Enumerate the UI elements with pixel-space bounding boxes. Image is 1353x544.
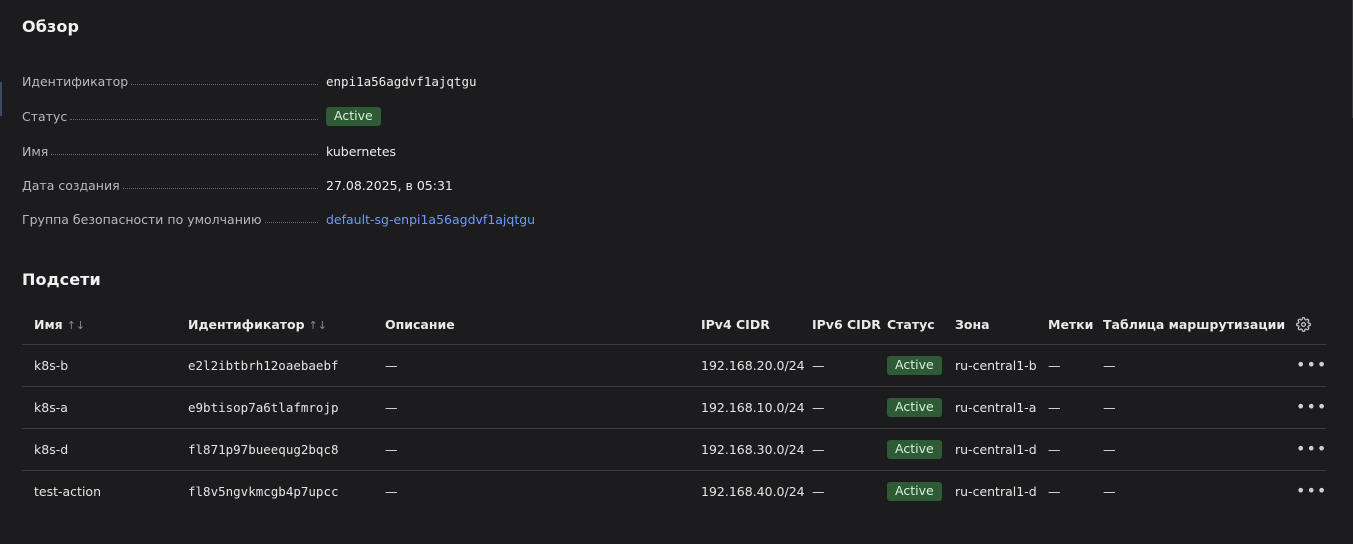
- sort-icon[interactable]: ↑↓: [67, 319, 85, 332]
- subnet-id: fl8v5ngvkmcgb4p7upcc: [188, 484, 339, 499]
- more-horizontal-icon[interactable]: •••: [1296, 399, 1327, 415]
- subnet-description: —: [385, 386, 701, 429]
- subnet-ipv4: 192.168.40.0/24: [701, 484, 805, 499]
- subnet-zone: ru-central1-a: [955, 386, 1048, 429]
- subnet-name[interactable]: k8s-d: [22, 428, 188, 471]
- subnet-name[interactable]: test-action: [22, 471, 188, 513]
- property-label: Группа безопасности по умолчанию: [22, 211, 262, 227]
- column-header-ipv6: IPv6 CIDR: [812, 304, 887, 345]
- column-header-name[interactable]: Имя ↑↓: [22, 304, 188, 345]
- property-name: Имя kubernetes: [22, 140, 542, 162]
- subnet-description: —: [385, 484, 398, 499]
- subnet-labels: —: [1048, 484, 1061, 499]
- column-header-status: Статус: [887, 304, 955, 345]
- property-id: Идентификатор enpi1a56agdvf1ajqtgu: [22, 70, 542, 92]
- column-header-ipv4: IPv4 CIDR: [701, 304, 812, 345]
- gear-icon[interactable]: [1296, 316, 1311, 332]
- status-badge: Active: [887, 398, 942, 417]
- network-name-value: kubernetes: [326, 143, 397, 159]
- subnet-ipv6: —: [812, 484, 825, 499]
- subnet-zone: ru-central1-d: [955, 484, 1037, 499]
- property-label: Имя: [22, 143, 49, 159]
- subnet-description: —: [385, 428, 701, 471]
- subnet-ipv4: 192.168.20.0/24: [701, 344, 812, 387]
- dotted-leader: [70, 118, 318, 120]
- security-group-link[interactable]: default-sg-enpi1a56agdvf1ajqtgu: [326, 212, 535, 227]
- subnet-ipv4: 192.168.30.0/24: [701, 428, 812, 471]
- table-row[interactable]: k8s-a e9btisop7a6tlafmrojp — 192.168.10.…: [22, 386, 1327, 429]
- created-date-value: 27.08.2025, в 05:31: [326, 177, 453, 193]
- column-header-description: Описание: [385, 304, 701, 345]
- column-header-zone: Зона: [955, 304, 1048, 345]
- subnet-route-table: —: [1103, 428, 1276, 471]
- sidebar-edge: [0, 82, 2, 116]
- property-security-group: Группа безопасности по умолчанию default…: [22, 208, 542, 230]
- subnet-id: e2l2ibtbrh12oaebaebf: [188, 344, 385, 387]
- network-id-value[interactable]: enpi1a56agdvf1ajqtgu: [326, 74, 477, 89]
- column-header-labels: Метки: [1048, 304, 1103, 345]
- dotted-leader: [264, 221, 318, 223]
- dotted-leader: [122, 187, 318, 189]
- status-badge: Active: [887, 482, 942, 501]
- subnet-labels: —: [1048, 386, 1103, 429]
- subnet-labels: —: [1048, 428, 1103, 471]
- subnet-zone: ru-central1-b: [955, 344, 1048, 387]
- status-badge: Active: [887, 356, 942, 375]
- property-status: Статус Active: [22, 105, 542, 127]
- table-header-row: Имя ↑↓ Идентификатор ↑↓ Описание IPv4 CIDR…: [22, 304, 1326, 345]
- property-label: Идентификатор: [22, 73, 129, 89]
- subnets-table: Имя ↑↓ Идентификатор ↑↓ Описание IPv4 CIDR…: [22, 304, 1326, 512]
- subnet-ipv6: —: [812, 386, 887, 429]
- subnet-id: e9btisop7a6tlafmrojp: [188, 386, 385, 429]
- subnet-route-table: —: [1103, 344, 1276, 387]
- subnet-id: fl871p97bueequg2bqc8: [188, 428, 385, 471]
- subnet-route-table: —: [1103, 484, 1116, 499]
- subnet-ipv6: —: [812, 344, 887, 387]
- column-header-id[interactable]: Идентификатор ↑↓: [188, 304, 385, 345]
- subnet-name[interactable]: k8s-b: [22, 344, 188, 387]
- subnet-labels: —: [1048, 344, 1103, 387]
- subnet-name[interactable]: k8s-a: [22, 386, 188, 429]
- subnets-title: Подсети: [22, 270, 101, 289]
- column-header-route-table: Таблица маршрутизации: [1103, 304, 1285, 345]
- more-horizontal-icon[interactable]: •••: [1296, 441, 1327, 457]
- overview-title: Обзор: [22, 17, 80, 36]
- status-badge: Active: [887, 440, 942, 459]
- more-horizontal-icon[interactable]: •••: [1296, 483, 1327, 499]
- subnet-zone: ru-central1-d: [955, 428, 1048, 471]
- table-row[interactable]: k8s-d fl871p97bueequg2bqc8 — 192.168.30.…: [22, 428, 1327, 471]
- property-created: Дата создания 27.08.2025, в 05:31: [22, 174, 542, 196]
- property-label: Статус: [22, 108, 68, 124]
- table-row[interactable]: k8s-b e2l2ibtbrh12oaebaebf — 192.168.20.…: [22, 344, 1327, 387]
- property-label: Дата создания: [22, 177, 120, 193]
- more-horizontal-icon[interactable]: •••: [1296, 357, 1327, 373]
- table-row[interactable]: test-action fl8v5ngvkmcgb4p7upcc — 192.1…: [22, 471, 1326, 513]
- subnet-description: —: [385, 344, 701, 387]
- subnet-route-table: —: [1103, 386, 1276, 429]
- subnet-ipv6: —: [812, 428, 887, 471]
- status-badge: Active: [326, 106, 381, 126]
- dotted-leader: [131, 83, 318, 85]
- subnet-ipv4: 192.168.10.0/24: [701, 386, 812, 429]
- sort-icon[interactable]: ↑↓: [309, 319, 327, 332]
- page: Обзор Идентификатор enpi1a56agdvf1ajqtgu…: [0, 0, 1353, 544]
- dotted-leader: [51, 153, 318, 155]
